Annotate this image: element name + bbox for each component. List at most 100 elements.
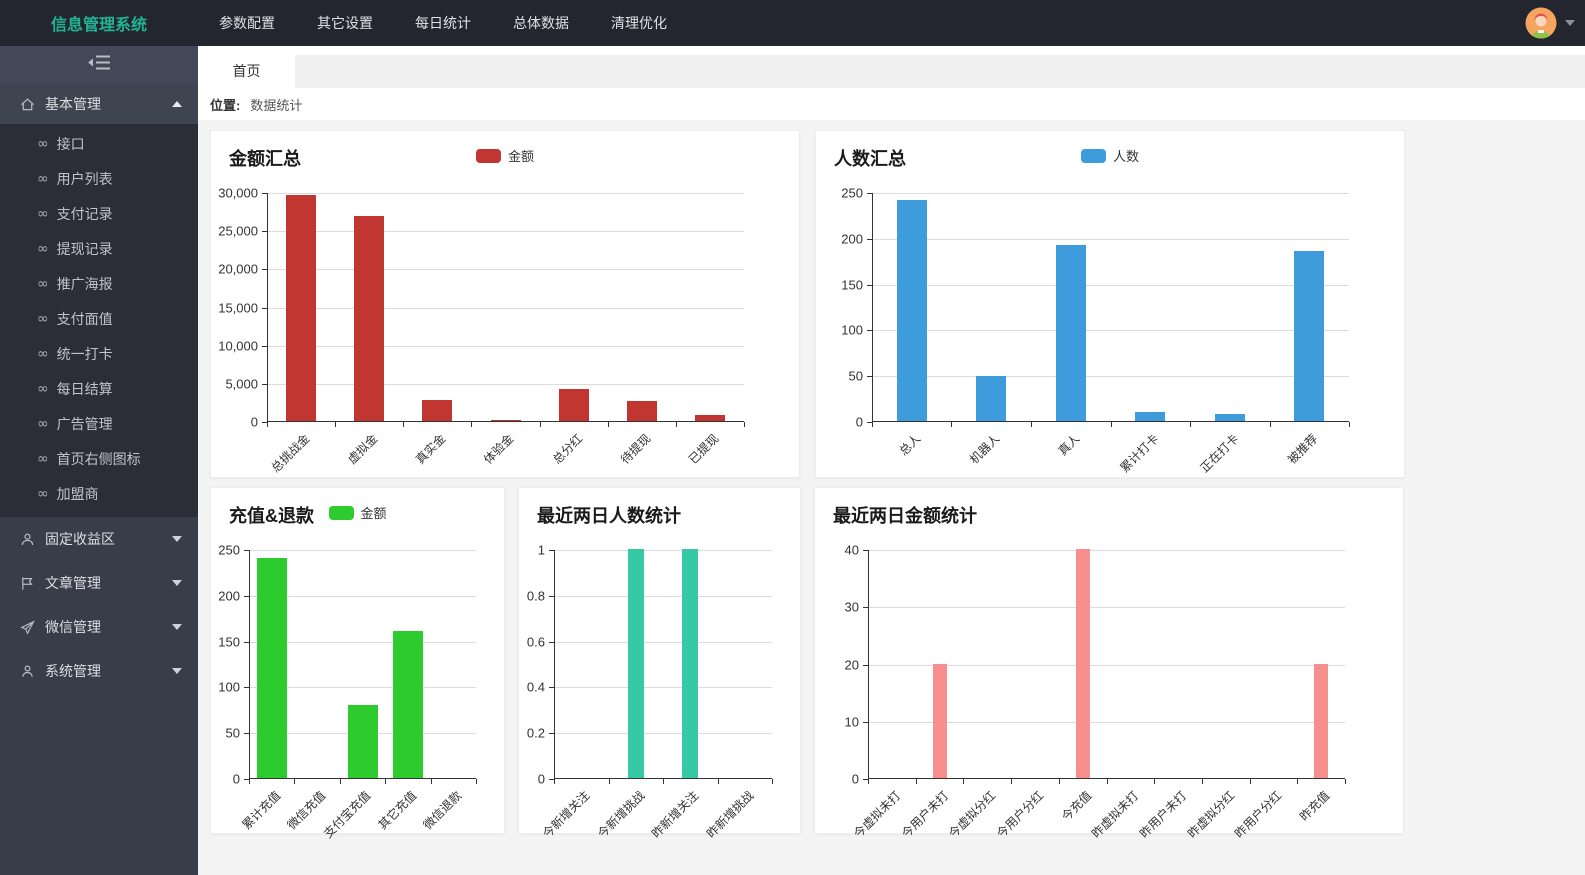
chart-legend[interactable]: 金额 (476, 146, 534, 165)
users-icon (20, 531, 36, 547)
chart-title: 充值&退款 (229, 506, 314, 526)
topbar: 信息管理系统 参数配置其它设置每日统计总体数据清理优化 (0, 0, 1585, 46)
sidebar-item[interactable]: ∞支付面值 (0, 301, 198, 336)
legend-swatch (328, 506, 353, 520)
y-axis-tick-label: 20 (845, 657, 859, 672)
y-axis-tick-label: 10 (845, 714, 859, 729)
bar (682, 549, 698, 778)
link-icon: ∞ (37, 171, 49, 187)
sidebar-collapse-button[interactable] (0, 46, 198, 84)
sidebar-group[interactable]: 微信管理 (0, 605, 198, 649)
sidebar-item[interactable]: ∞ 推广海报 (0, 266, 198, 301)
sidebar-group-label: 文章管理 (45, 573, 172, 593)
sidebar-item[interactable]: ∞接口 (0, 126, 198, 161)
chart-legend[interactable]: 人数 (1081, 146, 1139, 165)
chart-title: 人数汇总 (834, 149, 906, 169)
sidebar-item-label: 加盟商 (57, 484, 99, 504)
bar-chart: 050100150200250总人机器人真人累计打卡正在打卡被推荐 (816, 193, 1404, 473)
chart-card-people-summary: 人数汇总 人数 050100150200250总人机器人真人累计打卡正在打卡被推… (815, 130, 1405, 478)
sidebar-item-label: 用户列表 (57, 169, 113, 189)
x-axis-tick-label: 昨虚拟分红 (1183, 787, 1237, 841)
y-axis-tick-label: 250 (218, 543, 240, 558)
dashboard: 金额汇总 金额 05,00010,00015,00020,00025,00030… (198, 120, 1585, 834)
chart-title: 金额汇总 (229, 149, 301, 169)
sidebar-item-label: 支付记录 (57, 204, 113, 224)
y-axis-tick-label: 20,000 (218, 262, 258, 277)
topbar-menu-item[interactable]: 每日统计 (394, 0, 492, 46)
sidebar-item[interactable]: ∞提现记录 (0, 231, 198, 266)
x-axis-tick-label: 体验金 (480, 430, 517, 467)
sidebar-group[interactable]: 固定收益区 (0, 517, 198, 561)
y-axis-tick-label: 50 (226, 726, 240, 741)
y-axis-tick-label: 0.2 (527, 726, 545, 741)
sidebar-item[interactable]: ∞ 用户列表 (0, 161, 198, 196)
sidebar-item-label: 每日结算 (57, 379, 113, 399)
sidebar-menu: 基本管理∞接口∞用户列表∞支付记录∞提现记录∞推广海报∞支付面值∞统一打卡∞每日… (0, 84, 198, 693)
avatar[interactable] (1525, 7, 1557, 39)
topbar-menu: 参数配置其它设置每日统计总体数据清理优化 (198, 0, 688, 46)
chart-card-two-day-amount: 最近两日金额统计 010203040今虚拟未打今用户未打今虚拟分红今用户分红今充… (814, 487, 1404, 834)
sidebar-item[interactable]: ∞统一打卡 (0, 336, 198, 371)
tab-home[interactable]: 首页 (198, 55, 295, 88)
x-axis-tick-label: 昨用户分红 (1231, 787, 1285, 841)
sidebar-group[interactable]: 系统管理 (0, 649, 198, 693)
x-axis-tick-label: 今虚拟分红 (945, 787, 999, 841)
y-axis-tick-label: 200 (841, 231, 863, 246)
tab-bar: 首页 (198, 55, 1585, 88)
legend-swatch (476, 149, 501, 163)
chart-card-amount-summary: 金额汇总 金额 05,00010,00015,00020,00025,00030… (210, 130, 800, 478)
x-axis-tick-label: 支付宝充值 (320, 787, 374, 841)
y-axis-tick-label: 0 (233, 772, 240, 787)
x-axis-tick-label: 累计打卡 (1116, 430, 1162, 476)
bar-chart: 010203040今虚拟未打今用户未打今虚拟分红今用户分红今充值昨虚拟未打昨用户… (815, 550, 1403, 830)
link-icon: ∞ (37, 486, 49, 502)
sidebar-item[interactable]: ∞首页右侧图标 (0, 441, 198, 476)
y-axis-tick-label: 0.8 (527, 588, 545, 603)
sidebar-item[interactable]: ∞每日结算 (0, 371, 198, 406)
user-menu-caret-icon[interactable] (1565, 20, 1575, 26)
link-icon: ∞ (37, 241, 49, 257)
sidebar-group[interactable]: 文章管理 (0, 561, 198, 605)
breadcrumb: 位置: 数据统计 (198, 88, 1585, 120)
y-axis-tick-label: 150 (841, 277, 863, 292)
link-icon: ∞ (37, 276, 49, 292)
topbar-menu-item[interactable]: 总体数据 (492, 0, 590, 46)
bar (627, 401, 657, 421)
sidebar-group[interactable]: 基本管理 (0, 84, 198, 124)
bar-chart: 00.20.40.60.81今新增关注今新增挑战昨新增关注昨新增挑战 (519, 550, 800, 830)
y-axis-tick-label: 0.4 (527, 680, 545, 695)
topbar-menu-item[interactable]: 清理优化 (590, 0, 688, 46)
y-axis-tick-label: 250 (841, 186, 863, 201)
sidebar-item[interactable]: ∞支付记录 (0, 196, 198, 231)
bar (897, 200, 927, 421)
chevron-down-icon (172, 536, 182, 542)
flag-icon (20, 575, 36, 591)
y-axis-tick-label: 0 (856, 415, 863, 430)
link-icon: ∞ (37, 451, 49, 467)
chart-legend[interactable]: 金额 (328, 503, 386, 522)
y-axis-tick-label: 0 (852, 772, 859, 787)
legend-swatch (1081, 149, 1106, 163)
sidebar-item-label: 支付面值 (57, 309, 113, 329)
sidebar-item-label: 推广海报 (57, 274, 113, 294)
y-axis-tick-label: 15,000 (218, 300, 258, 315)
legend-label: 金额 (508, 146, 534, 165)
breadcrumb-link[interactable]: 数据统计 (250, 95, 302, 114)
sidebar-item[interactable]: ∞广告管理 (0, 406, 198, 441)
y-axis-tick-label: 30 (845, 600, 859, 615)
bar-chart: 05,00010,00015,00020,00025,00030,000总挑战金… (211, 193, 799, 473)
x-axis-tick-label: 其它充值 (374, 787, 420, 833)
y-axis-tick-label: 10,000 (218, 338, 258, 353)
chart-card-recharge-refund: 充值&退款 金额 050100150200250累计充值微信充值支付宝充值其它充… (210, 487, 505, 834)
topbar-menu-item[interactable]: 参数配置 (198, 0, 296, 46)
sidebar-item[interactable]: ∞ 加盟商 (0, 476, 198, 511)
x-axis-tick-label: 虚拟金 (344, 430, 381, 467)
bar (491, 420, 521, 421)
topbar-menu-item[interactable]: 其它设置 (296, 0, 394, 46)
chevron-down-icon (172, 580, 182, 586)
x-axis-tick-label: 今用户未打 (897, 787, 951, 841)
sidebar-submenu: ∞接口∞用户列表∞支付记录∞提现记录∞推广海报∞支付面值∞统一打卡∞每日结算∞广… (0, 124, 198, 517)
sidebar-item-label: 统一打卡 (57, 344, 113, 364)
y-axis-tick-label: 0 (538, 772, 545, 787)
x-axis-tick-label: 今新增挑战 (593, 787, 647, 841)
